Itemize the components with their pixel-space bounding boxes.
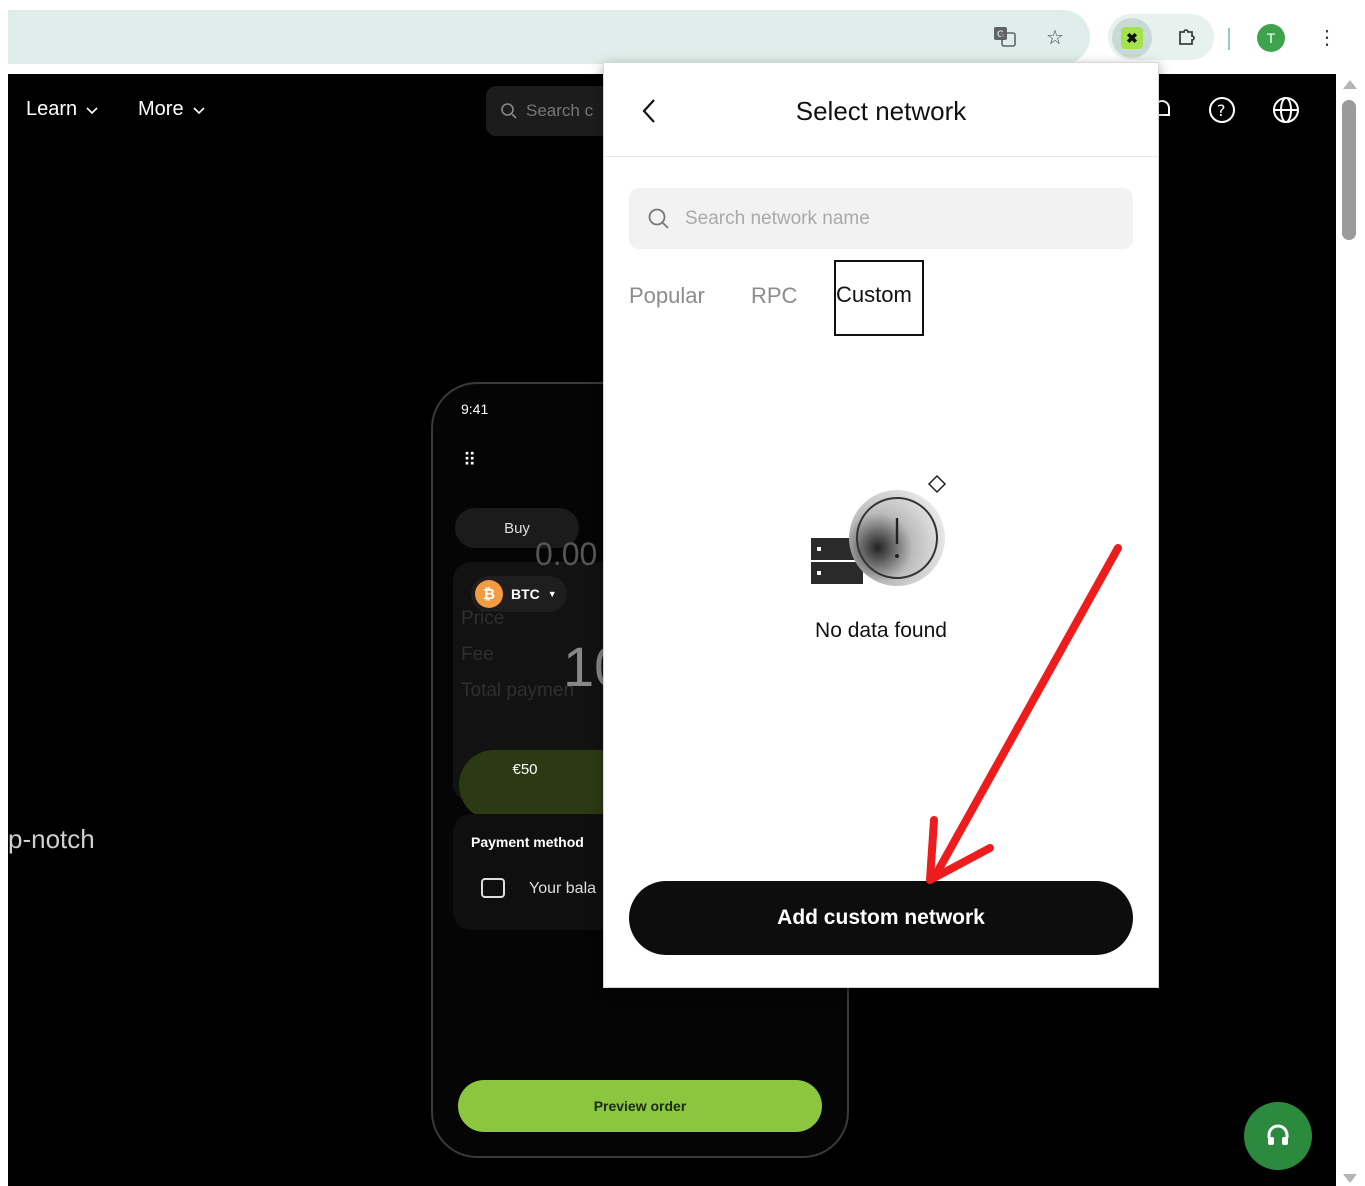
phone-coin-label: BTC [511,586,540,602]
network-search-input[interactable] [683,206,1107,231]
address-bar[interactable] [8,10,1090,64]
phone-payment-method-title: Payment method [471,834,584,850]
globe-icon[interactable] [1270,94,1302,126]
search-icon [648,208,669,229]
phone-preset-amount: €50 [512,760,538,778]
phone-time: 9:41 [461,401,489,417]
svg-text:?: ? [1217,101,1226,120]
nav-more[interactable]: More [138,98,206,121]
phone-fee-label: Fee [461,644,494,665]
app-grid-icon: ⠿ [463,450,477,470]
scroll-down-arrow-icon[interactable] [1343,1174,1357,1183]
empty-state-text: No data found [815,619,947,642]
site-search-placeholder: Search c [526,101,594,120]
translate-icon[interactable]: G [990,22,1020,52]
tab-popular[interactable]: Popular [629,283,705,309]
phone-price-label: Price [461,608,505,629]
wallet-extension-button[interactable]: ✖ [1112,18,1152,58]
toolbar-separator [1228,28,1230,50]
select-network-popup: Select network Popular RPC Custom [603,62,1159,988]
tab-custom[interactable]: Custom [834,260,924,336]
nav-learn-label: Learn [26,98,78,120]
headset-icon [1267,1124,1289,1145]
scroll-up-arrow-icon[interactable] [1343,80,1357,89]
popup-header: Select network [604,63,1158,157]
bookmark-star-icon[interactable]: ☆ [1040,22,1070,52]
page-scrollbar[interactable] [1336,74,1365,1186]
profile-avatar[interactable]: T [1257,24,1285,52]
search-icon [501,103,517,119]
scroll-thumb[interactable] [1342,100,1356,240]
chevron-down-icon [86,106,98,114]
svg-text:G: G [997,30,1004,40]
phone-total-label: Total paymen [461,680,575,701]
help-icon[interactable]: ? [1206,94,1238,126]
add-custom-network-button[interactable]: Add custom network [629,881,1133,955]
wallet-icon [481,878,505,898]
phone-coin-selector: ₿ BTC ▼ [471,576,567,612]
empty-state-illustration [809,468,959,598]
tab-rpc[interactable]: RPC [751,283,797,309]
phone-balance-label: Your bala [529,880,597,897]
hero-text: p-notch [8,824,95,854]
bitcoin-icon: ₿ [475,580,503,608]
support-chat-button[interactable] [1244,1102,1312,1170]
nav-more-label: More [138,98,184,120]
phone-amount: 0.00 [535,536,598,572]
caret-down-icon: ▼ [547,589,557,599]
extensions-puzzle-icon[interactable] [1172,22,1202,52]
browser-menu-icon[interactable]: ⋮ [1312,22,1342,52]
wallet-extension-icon: ✖ [1121,27,1143,49]
network-search-box[interactable] [629,188,1133,249]
chevron-down-icon [193,106,205,114]
popup-title: Select network [795,96,967,126]
nav-learn[interactable]: Learn [26,98,99,121]
phone-preview-order-button: Preview order [458,1080,822,1132]
